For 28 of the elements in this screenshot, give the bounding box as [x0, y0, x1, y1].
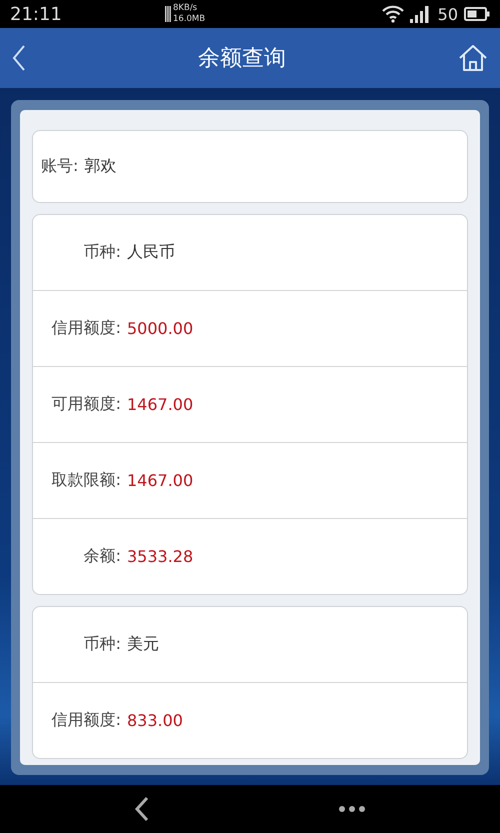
- field-value: 人民币: [127, 242, 175, 263]
- field-label: 信用额度:: [50, 710, 121, 731]
- field-value: 3533.28: [127, 547, 194, 566]
- page-title: 余额查询: [198, 45, 286, 73]
- field-value: 1467.00: [127, 395, 194, 414]
- home-icon: [458, 44, 488, 72]
- clock: 21:11: [10, 4, 63, 24]
- field-label: 取款限额:: [50, 470, 121, 491]
- field-value: 1467.00: [127, 471, 194, 490]
- field-value: 郭欢: [84, 156, 116, 177]
- field-value: 美元: [127, 634, 159, 655]
- field-label: 余额:: [82, 546, 121, 567]
- field-label: 信用额度:: [50, 318, 121, 339]
- battery-level: 50: [438, 4, 458, 24]
- dotted-bars-icon: [165, 5, 171, 23]
- field-label: 币种:: [82, 634, 121, 655]
- more-icon: [338, 805, 366, 813]
- field-label: 币种:: [82, 242, 121, 263]
- field-value: 5000.00: [127, 319, 194, 338]
- field-label: 账号:: [41, 156, 78, 177]
- battery-icon: [464, 7, 490, 21]
- field-value: 833.00: [127, 711, 183, 730]
- back-icon: [12, 45, 26, 71]
- back-icon: [134, 796, 150, 822]
- data-usage: 16.0MB: [173, 14, 206, 25]
- wifi-icon: [382, 5, 404, 23]
- field-label: 可用额度:: [50, 394, 121, 415]
- network-speed: 8KB/s: [173, 3, 198, 14]
